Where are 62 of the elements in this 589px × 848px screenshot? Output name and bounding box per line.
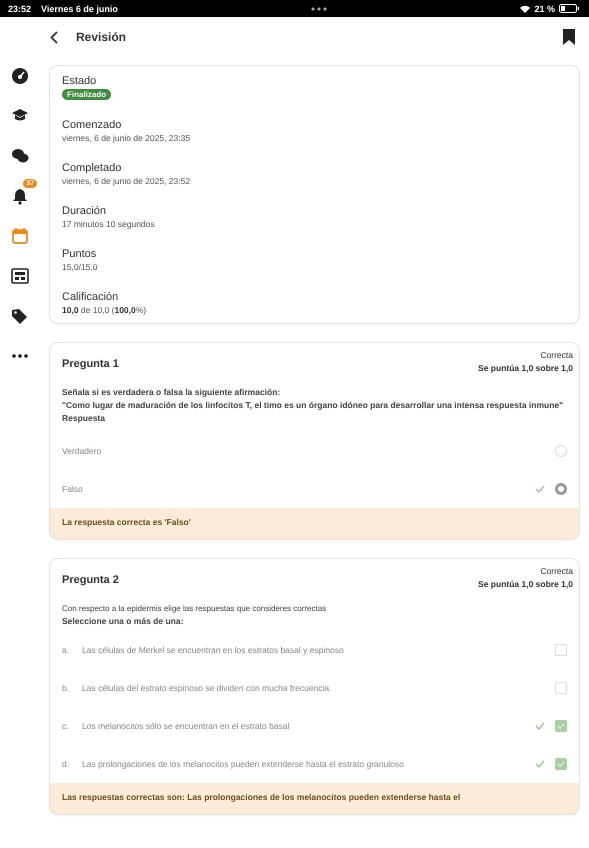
feedback-text: La respuesta correcta es 'Falso' xyxy=(50,508,579,539)
chat-icon xyxy=(11,147,29,165)
question-status: Correcta xyxy=(540,566,573,576)
back-button[interactable] xyxy=(50,30,58,44)
field-label: Duración xyxy=(62,205,106,217)
checkbox[interactable] xyxy=(555,720,567,732)
question-text: Con respecto a la epidermis elige las respuestas que consideres correctas xyxy=(62,603,328,614)
field-value: 17 minutos 10 segundos xyxy=(62,219,155,229)
status-badge: Finalizado xyxy=(62,89,112,100)
newspaper-icon xyxy=(11,267,29,285)
more-icon xyxy=(310,6,328,10)
question-title: Pregunta 2 xyxy=(62,574,119,586)
feedback-text: Las respuestas correctas son: Las prolongaciones de los melanocitos pueden extenderse hasta el xyxy=(50,783,579,814)
bell-icon xyxy=(11,187,29,205)
back-icon xyxy=(50,30,58,44)
field-value: 15,0/15,0 xyxy=(62,262,98,272)
field-value: 10,0 de 10,0 (100,0%) xyxy=(62,305,146,315)
question-status: Correcta xyxy=(540,350,573,360)
more-icon xyxy=(11,354,29,358)
battery-percent: 21 % xyxy=(534,4,555,14)
option-letter: a. xyxy=(62,645,70,655)
field-value: viernes, 6 de junio de 2025, 23:52 xyxy=(62,176,190,186)
sidebar-item[interactable] xyxy=(10,307,30,325)
battery-icon xyxy=(559,4,579,13)
sidebar-item[interactable] xyxy=(10,267,30,285)
option-label: Falso xyxy=(62,484,84,494)
checkbox[interactable] xyxy=(555,682,567,694)
bookmark-icon xyxy=(563,29,575,45)
tags-icon xyxy=(11,307,29,325)
sidebar-item[interactable] xyxy=(10,67,30,85)
option-label: Verdadero xyxy=(62,446,102,456)
question-title: Pregunta 1 xyxy=(62,358,119,370)
question-score: Se puntúa 1,0 sobre 1,0 xyxy=(478,579,573,589)
bookmark-button[interactable] xyxy=(563,29,575,45)
page-title: Revisión xyxy=(76,30,128,44)
question-text: Seleccione una o más de una: xyxy=(62,616,184,627)
option-letter: d. xyxy=(62,759,70,769)
option-label: Las células de Merkel se encuentran en los estratos basal y espinoso xyxy=(82,645,345,655)
wifi-icon xyxy=(520,4,530,12)
gauge-icon xyxy=(11,67,29,85)
option-label: Las prolongaciones de los melanocitos pueden extenderse hasta el estrato granuloso xyxy=(82,759,405,769)
field-label: Completado xyxy=(62,162,122,174)
status-date: Viernes 6 de junio xyxy=(41,4,118,14)
question-text: Respuesta xyxy=(62,413,106,424)
field-label: Calificación xyxy=(62,291,118,303)
option-letter: b. xyxy=(62,683,70,693)
option-label: Las células del estrato espinoso se dividen con mucha frecuencia xyxy=(82,683,330,693)
question-text: Señala si es verdadera o falsa la siguiente afirmación: xyxy=(62,387,282,398)
field-value: viernes, 6 de junio de 2025, 23:35 xyxy=(62,133,190,143)
field-label: Puntos xyxy=(62,248,96,260)
checkbox[interactable] xyxy=(555,758,567,770)
option-label: Los melanocitos sólo se encuentran en el estrato basal xyxy=(82,721,290,731)
question-text: "Como lugar de maduración de los linfocitos T, el timo es un órgano idóneo para desarrollar una intensa respuesta inmune" xyxy=(62,400,564,411)
sidebar-item[interactable] xyxy=(10,147,30,165)
field-label: Comenzado xyxy=(62,119,122,131)
option-letter: c. xyxy=(62,721,70,731)
field-label: Estado xyxy=(62,75,96,87)
status-time: 23:52 xyxy=(8,4,32,14)
calendar-icon xyxy=(11,227,29,245)
question-score: Se puntúa 1,0 sobre 1,0 xyxy=(478,363,573,373)
radio-button[interactable] xyxy=(555,483,567,495)
checkbox[interactable] xyxy=(555,644,567,656)
